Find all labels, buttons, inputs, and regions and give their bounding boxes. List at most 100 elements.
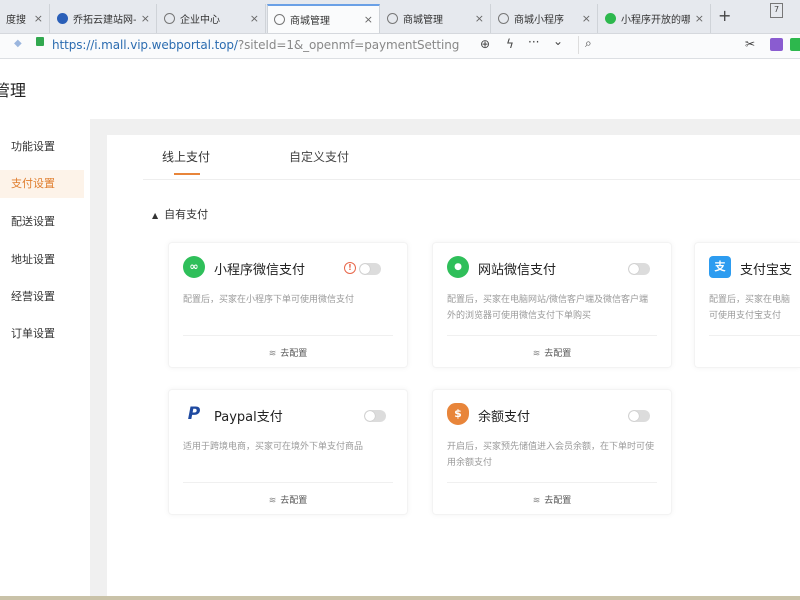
configure-button[interactable]: ≋ 去配置 bbox=[433, 346, 671, 359]
configure-button[interactable]: ≋ 去配置 bbox=[169, 346, 407, 359]
sidebar-item-address[interactable]: 地址设置 bbox=[0, 246, 84, 274]
section-title: 自有支付 bbox=[164, 208, 209, 221]
warning-icon[interactable]: ! bbox=[344, 262, 356, 274]
active-tab-indicator bbox=[174, 173, 200, 175]
layers-icon: ≋ bbox=[268, 349, 277, 359]
flash-icon[interactable]: ϟ bbox=[506, 37, 514, 51]
payment-description: 适用于跨境电商，买家可在境外下单支付商品 bbox=[183, 442, 364, 452]
payment-description: 配置后，买家在小程序下单可使用微信支付 bbox=[183, 295, 355, 305]
browser-tab[interactable]: 度搜 × bbox=[0, 4, 50, 33]
payment-title: 支付宝支 bbox=[740, 263, 793, 278]
shield-icon: ◆ bbox=[14, 38, 22, 49]
toggle-knob bbox=[629, 411, 639, 421]
layers-icon: ≋ bbox=[532, 349, 541, 359]
site-favicon-icon bbox=[57, 13, 68, 24]
globe-icon bbox=[498, 13, 509, 24]
close-icon[interactable]: × bbox=[250, 12, 259, 25]
browser-tab[interactable]: 乔拓云建站网-小 × bbox=[51, 4, 157, 33]
browser-tab[interactable]: 企业中心 × bbox=[158, 4, 266, 33]
browser-tab-active[interactable]: 商城管理 × bbox=[267, 4, 380, 33]
sidebar-item-delivery[interactable]: 配送设置 bbox=[0, 208, 84, 236]
sidebar-item-business[interactable]: 经营设置 bbox=[0, 283, 84, 311]
configure-label: 去配置 bbox=[280, 496, 308, 506]
payment-description: 配置后，买家在电脑网站/微信客户端及微信客户端外的浏览器可使用微信支付下单购买 bbox=[447, 295, 649, 321]
browser-tab[interactable]: 商城管理 × bbox=[381, 4, 491, 33]
payment-card-website-wechat: ● 网站微信支付 配置后，买家在电脑网站/微信客户端及微信客户端外的浏览器可使用… bbox=[432, 242, 672, 368]
layers-icon: ≋ bbox=[532, 496, 541, 506]
payment-card-balance: $ 余额支付 开启后，买家预先储值进入会员余额，在下单时可使用余额支付 ≋ 去配置 bbox=[432, 389, 672, 515]
card-divider bbox=[183, 335, 393, 336]
card-divider bbox=[709, 335, 800, 336]
zoom-icon[interactable]: ⊕ bbox=[480, 37, 490, 51]
close-icon[interactable]: × bbox=[582, 12, 591, 25]
wechat-favicon-icon bbox=[605, 13, 616, 24]
tab-title: 度搜 bbox=[6, 15, 26, 26]
enable-toggle[interactable] bbox=[364, 410, 386, 422]
url-main: https://i.mall.vip.webportal.top/ bbox=[52, 38, 238, 52]
close-icon[interactable]: × bbox=[364, 13, 373, 26]
sidebar-item-order[interactable]: 订单设置 bbox=[0, 320, 84, 348]
card-divider bbox=[183, 482, 393, 483]
enable-toggle[interactable] bbox=[628, 263, 650, 275]
payment-description: 开启后，买家预先储值进入会员余额，在下单时可使用余额支付 bbox=[447, 442, 655, 468]
card-divider bbox=[447, 482, 657, 483]
page-header: 管理 bbox=[0, 59, 800, 119]
close-icon[interactable]: × bbox=[34, 12, 43, 25]
extension-icon[interactable] bbox=[770, 38, 783, 51]
sidebar-item-payment[interactable]: 支付设置 bbox=[0, 170, 84, 198]
extension-icon[interactable] bbox=[790, 38, 800, 51]
page-title: 管理 bbox=[0, 81, 27, 100]
search-icon: ⌕ bbox=[585, 36, 592, 50]
tab-title: 商城管理 bbox=[290, 16, 330, 27]
new-tab-button[interactable]: + bbox=[718, 8, 731, 24]
sidebar-item-function[interactable]: 功能设置 bbox=[0, 133, 84, 161]
tab-title: 乔拓云建站网-小 bbox=[73, 15, 136, 26]
more-icon[interactable]: ··· bbox=[528, 35, 539, 49]
paypal-icon: P bbox=[187, 404, 201, 424]
globe-icon bbox=[387, 13, 398, 24]
url-query: ?siteId=1&_openmf=paymentSetting bbox=[237, 38, 460, 52]
configure-label: 去配置 bbox=[544, 496, 572, 506]
tab-title: 小程序开放的哪 bbox=[621, 15, 690, 26]
payment-title: 网站微信支付 bbox=[478, 263, 557, 278]
configure-label: 去配置 bbox=[544, 349, 572, 359]
payment-card-paypal: P Paypal支付 适用于跨境电商，买家可在境外下单支付商品 ≋ 去配置 bbox=[168, 389, 408, 515]
globe-icon bbox=[164, 13, 175, 24]
tab-title: 企业中心 bbox=[180, 15, 220, 26]
close-icon[interactable]: × bbox=[141, 12, 150, 25]
url-field[interactable]: https://i.mall.vip.webportal.top/?siteId… bbox=[52, 38, 459, 52]
configure-button[interactable]: ≋ 去配置 bbox=[169, 493, 407, 506]
configure-label: 去配置 bbox=[280, 349, 308, 359]
tab-menu-button[interactable]: 7 bbox=[770, 3, 783, 18]
globe-icon bbox=[274, 14, 285, 25]
enable-toggle[interactable] bbox=[359, 263, 381, 275]
tab-custom-payment[interactable]: 自定义支付 bbox=[289, 148, 349, 165]
collapse-arrow-icon: ▲ bbox=[152, 211, 159, 220]
card-divider bbox=[447, 335, 657, 336]
browser-tab[interactable]: 小程序开放的哪 × bbox=[599, 4, 711, 33]
payment-description: 配置后，买家在电脑可使用支付宝支付 bbox=[709, 295, 791, 321]
tab-online-payment[interactable]: 线上支付 bbox=[162, 148, 210, 165]
section-own-payment[interactable]: ▲ 自有支付 bbox=[152, 206, 208, 222]
scissors-icon[interactable]: ✂ bbox=[745, 37, 755, 51]
close-icon[interactable]: × bbox=[475, 12, 484, 25]
tab-divider bbox=[143, 179, 800, 180]
toggle-knob bbox=[365, 411, 375, 421]
address-bar: ◆ https://i.mall.vip.webportal.top/?site… bbox=[0, 34, 800, 59]
payment-title: Paypal支付 bbox=[214, 410, 283, 425]
enable-toggle[interactable] bbox=[628, 410, 650, 422]
settings-sidebar: 功能设置 支付设置 配送设置 地址设置 经营设置 订单设置 bbox=[0, 119, 90, 600]
payment-card-mini-program-wechat: ∞ 小程序微信支付 ! 配置后，买家在小程序下单可使用微信支付 ≋ 去配置 bbox=[168, 242, 408, 368]
payment-card-alipay: 支 支付宝支 配置后，买家在电脑可使用支付宝支付 bbox=[694, 242, 800, 368]
chevron-down-icon[interactable]: ⌄ bbox=[553, 34, 563, 48]
browser-search-box[interactable]: ⌕ bbox=[578, 36, 729, 54]
toggle-knob bbox=[629, 264, 639, 274]
configure-button[interactable]: ≋ 去配置 bbox=[433, 493, 671, 506]
payment-settings-panel: 线上支付 自定义支付 ▲ 自有支付 ∞ 小程序微信支付 ! 配置后，买家在小程序下… bbox=[107, 135, 800, 600]
browser-tab-bar: 度搜 × 乔拓云建站网-小 × 企业中心 × 商城管理 × 商城管理 × 商城小… bbox=[0, 0, 800, 34]
browser-tab[interactable]: 商城小程序 × bbox=[492, 4, 598, 33]
payment-title: 余额支付 bbox=[478, 410, 531, 425]
close-icon[interactable]: × bbox=[695, 12, 704, 25]
payment-title: 小程序微信支付 bbox=[214, 263, 306, 278]
lock-icon bbox=[36, 37, 44, 46]
